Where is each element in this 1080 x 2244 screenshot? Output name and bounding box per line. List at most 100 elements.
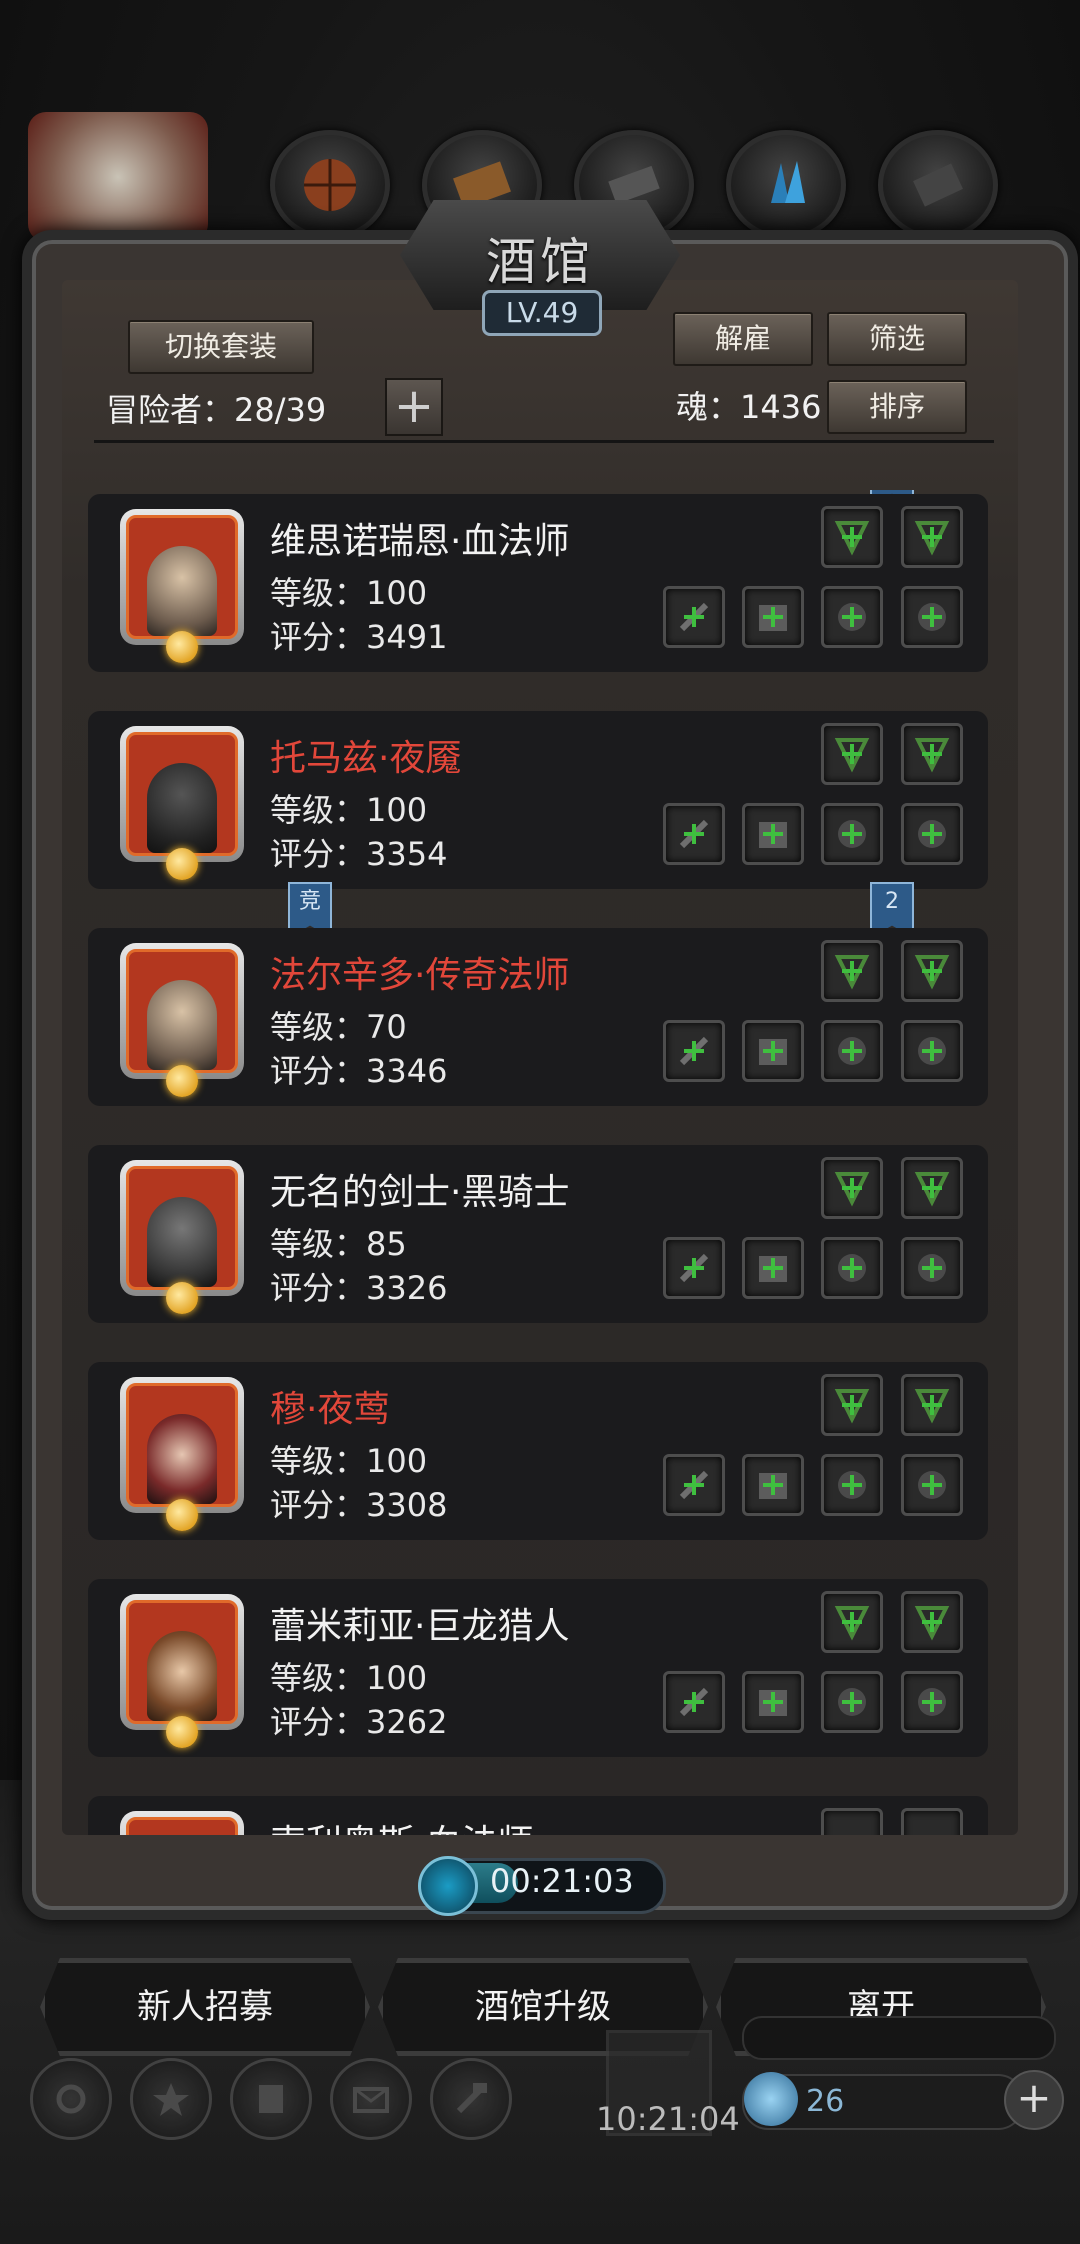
gear-slot-icon[interactable] (821, 506, 883, 568)
gear-slot-icon[interactable] (901, 1591, 963, 1653)
hero-score: 评分：3354 (270, 835, 448, 873)
settings-gear-icon[interactable] (30, 2058, 112, 2140)
category-crystal-icon[interactable] (726, 130, 846, 240)
moon-icon (166, 1065, 198, 1097)
hero-portrait[interactable] (120, 726, 244, 880)
category-ore-icon[interactable] (878, 130, 998, 240)
weapon-slot-icon[interactable] (663, 1671, 725, 1733)
gear-slot-icon[interactable] (821, 1157, 883, 1219)
ring-slot-icon[interactable] (821, 1020, 883, 1082)
hero-portrait[interactable] (120, 509, 244, 663)
gear-slot-icon[interactable] (901, 1157, 963, 1219)
hero-row[interactable]: 法尔辛多·传奇法师 等级：70 评分：3346 (88, 928, 988, 1106)
ring-slot-icon[interactable] (901, 803, 963, 865)
hero-score: 评分：3491 (270, 618, 448, 656)
sort-button[interactable]: 排序 (827, 380, 967, 434)
ring-slot-icon[interactable] (901, 586, 963, 648)
gear-slot-icon[interactable] (901, 1374, 963, 1436)
ring-slot-icon[interactable] (821, 1671, 883, 1733)
tavern-level-badge: LV.49 (482, 290, 602, 336)
gem-icon (744, 2072, 798, 2126)
hero-row[interactable]: 托马兹·夜魇 等级：100 评分：3354 (88, 711, 988, 889)
ring-slot-icon[interactable] (901, 1454, 963, 1516)
gear-slot-icon[interactable] (901, 506, 963, 568)
hero-row[interactable]: 维思诺瑞恩·血法师 等级：100 评分：3491 (88, 494, 988, 672)
plus-icon: + (1016, 2073, 1052, 2122)
lion-emblem-icon[interactable] (28, 112, 208, 242)
star-icon[interactable] (130, 2058, 212, 2140)
hero-name: 蕾米莉亚·巨龙猎人 (270, 1606, 570, 1647)
divider (94, 440, 994, 443)
hero-portrait[interactable] (120, 1594, 244, 1748)
gear-slot-icon[interactable] (821, 1374, 883, 1436)
moon-icon (166, 1282, 198, 1314)
armor-slot-icon[interactable] (742, 1454, 804, 1516)
ring-slot-icon[interactable] (821, 803, 883, 865)
armor-slot-icon[interactable] (742, 1671, 804, 1733)
recruit-timer: 00:21:03 (490, 1862, 634, 1900)
hero-portrait[interactable] (120, 1377, 244, 1531)
weapon-slot-icon[interactable] (663, 803, 725, 865)
hero-level: 等级：100 (270, 1659, 428, 1697)
gear-slot-icon[interactable] (901, 1808, 963, 1835)
ring-slot-icon[interactable] (901, 1020, 963, 1082)
recruit-button[interactable]: 新人招募 (40, 1958, 370, 2056)
hero-name: 索利奥斯·血法师 (270, 1814, 533, 1835)
weapon-slot-icon[interactable] (663, 1454, 725, 1516)
category-ball-icon[interactable] (270, 130, 390, 240)
gear-slot-icon[interactable] (821, 1808, 883, 1835)
resource-count: 26 (806, 2084, 845, 2119)
hero-portrait[interactable] (120, 943, 244, 1097)
gear-slot-icon[interactable] (821, 940, 883, 1002)
resource-bar-secondary (742, 2016, 1056, 2060)
gear-slot-icon[interactable] (901, 940, 963, 1002)
hero-name: 法尔辛多·传奇法师 (270, 955, 570, 996)
moon-icon (166, 1499, 198, 1531)
mail-icon[interactable] (330, 2058, 412, 2140)
clock-icon (418, 1856, 478, 1916)
hero-score: 评分：3308 (270, 1486, 448, 1524)
weapon-slot-icon[interactable] (663, 1020, 725, 1082)
guild-icon[interactable] (230, 2058, 312, 2140)
gear-slot-icon[interactable] (821, 1591, 883, 1653)
hero-level: 等级：100 (270, 1442, 428, 1480)
hero-row[interactable]: 索利奥斯·血法师 (88, 1796, 988, 1835)
weapon-slot-icon[interactable] (663, 586, 725, 648)
gear-slot-icon[interactable] (821, 723, 883, 785)
hero-portrait[interactable] (120, 1811, 244, 1835)
armor-slot-icon[interactable] (742, 1020, 804, 1082)
hero-level: 等级：100 (270, 574, 428, 612)
hero-level: 等级：70 (270, 1008, 407, 1046)
hero-row[interactable]: 穆·夜莺 等级：100 评分：3308 (88, 1362, 988, 1540)
add-resource-button[interactable]: + (1004, 2070, 1064, 2130)
hud-clock: 10:21:04 (596, 2100, 740, 2138)
hero-score: 评分：3346 (270, 1052, 448, 1090)
armor-slot-icon[interactable] (742, 586, 804, 648)
hero-name: 维思诺瑞恩·血法师 (270, 521, 570, 562)
ring-slot-icon[interactable] (821, 1454, 883, 1516)
hero-score: 评分：3326 (270, 1269, 448, 1307)
armor-slot-icon[interactable] (742, 803, 804, 865)
ring-slot-icon[interactable] (901, 1237, 963, 1299)
ring-slot-icon[interactable] (821, 586, 883, 648)
hero-list[interactable]: 2 维思诺瑞恩·血法师 等级：100 评分：3491 托马兹·夜魇 等级：100… (88, 490, 988, 1835)
plus-icon: + (393, 378, 435, 434)
hero-name: 托马兹·夜魇 (270, 738, 462, 779)
moon-icon (166, 1716, 198, 1748)
hero-level: 等级：100 (270, 791, 428, 829)
dismiss-button[interactable]: 解雇 (673, 312, 813, 366)
weapon-slot-icon[interactable] (663, 1237, 725, 1299)
add-capacity-button[interactable]: + (385, 378, 443, 436)
hero-portrait[interactable] (120, 1160, 244, 1314)
gear-slot-icon[interactable] (901, 723, 963, 785)
switch-outfit-button[interactable]: 切换套装 (128, 320, 314, 374)
ring-slot-icon[interactable] (901, 1671, 963, 1733)
moon-icon (166, 848, 198, 880)
hero-name: 无名的剑士·黑骑士 (270, 1172, 570, 1213)
hero-row[interactable]: 蕾米莉亚·巨龙猎人 等级：100 评分：3262 (88, 1579, 988, 1757)
hero-row[interactable]: 无名的剑士·黑骑士 等级：85 评分：3326 (88, 1145, 988, 1323)
ring-slot-icon[interactable] (821, 1237, 883, 1299)
armor-slot-icon[interactable] (742, 1237, 804, 1299)
filter-button[interactable]: 筛选 (827, 312, 967, 366)
hammer-icon[interactable] (430, 2058, 512, 2140)
